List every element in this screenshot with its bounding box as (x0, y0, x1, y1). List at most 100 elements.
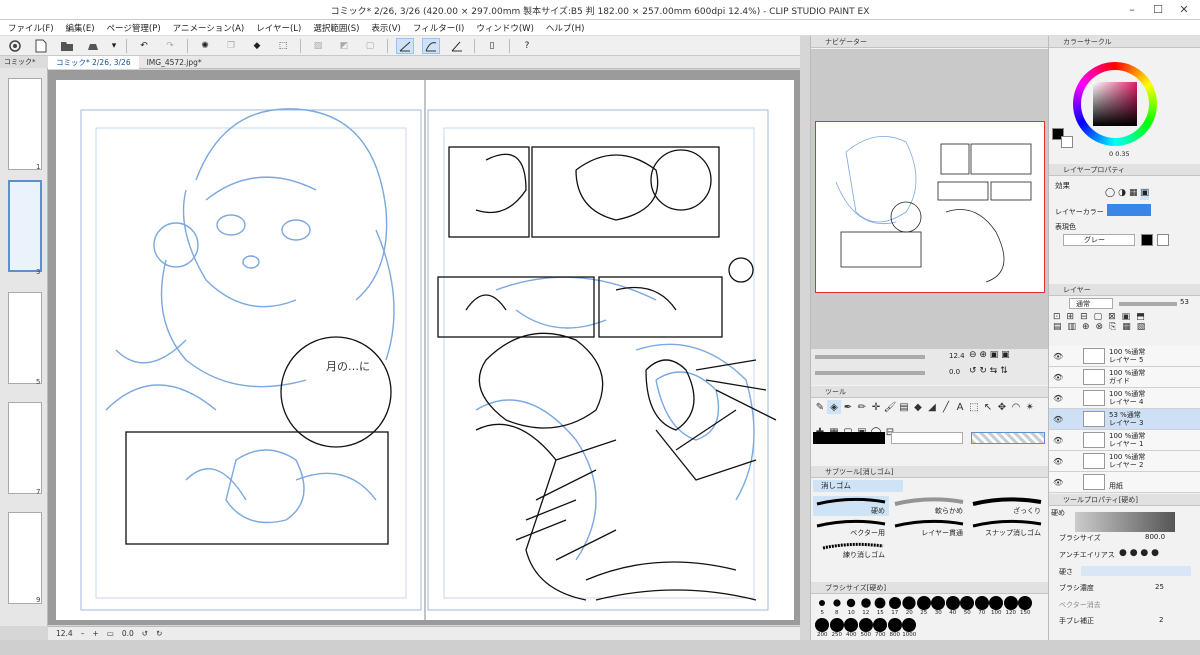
brush-size-cell[interactable]: 17 (888, 596, 903, 618)
subtool-kneaded[interactable]: 練り消しゴム (813, 540, 889, 560)
text-tool-icon[interactable]: A (953, 400, 967, 414)
tab-image[interactable]: IMG_4572.jpg* (139, 56, 210, 69)
clip-studio-icon[interactable] (6, 38, 24, 54)
brush-size-cell[interactable]: 25 (916, 596, 932, 618)
subtool-through[interactable]: レイヤー貫通 (891, 518, 967, 538)
zoom-tool-icon[interactable]: ✎ (813, 400, 827, 414)
brush-size-cell[interactable]: 30 (931, 596, 946, 618)
invert-selection-icon[interactable]: ◩ (335, 38, 353, 54)
close-button[interactable]: ✕ (1172, 2, 1196, 18)
brush-size-cell[interactable]: 8 (830, 596, 845, 618)
sub-color-chip[interactable] (1061, 136, 1073, 148)
tab-comic[interactable]: コミック* 2/26, 3/26 (48, 55, 139, 69)
menu-file[interactable]: ファイル(F) (8, 22, 54, 34)
page-thumbnail[interactable] (8, 512, 42, 604)
copy-icon[interactable]: ❐ (222, 38, 240, 54)
navigator-view-frame[interactable] (815, 121, 1045, 293)
help-icon[interactable]: ? (518, 38, 536, 54)
move-tool-icon[interactable]: ✛ (869, 400, 883, 414)
layer-row[interactable]: 👁 100 %通常 レイヤー 2 (1049, 451, 1200, 472)
brush-size-cell[interactable]: 200 (815, 618, 830, 640)
blend-mode-select[interactable]: 通常 (1069, 298, 1113, 309)
zoom-in-icon[interactable]: + (92, 629, 98, 638)
hardness-slider[interactable] (1081, 566, 1191, 576)
angle-field[interactable]: 0.0 (122, 629, 134, 638)
subtool-hard[interactable]: 硬め (813, 496, 889, 516)
selection-tool-icon[interactable]: ⬚ (967, 400, 981, 414)
layer-row[interactable]: 👁 100 %通常 レイヤー 5 (1049, 346, 1200, 367)
main-color-swatch[interactable] (813, 432, 885, 444)
brush-size-cell[interactable]: 1000 (902, 618, 917, 640)
menu-layer[interactable]: レイヤー(L) (256, 22, 301, 34)
brush-size-cell[interactable]: 5 (815, 596, 830, 618)
rotate-slider[interactable] (815, 371, 925, 375)
brush-size-cell[interactable]: 15 (873, 596, 888, 618)
brush-size-cell[interactable]: 10 (844, 596, 859, 618)
brush-size-cell[interactable]: 400 (844, 618, 859, 640)
brush-size-cell[interactable]: 700 (873, 618, 888, 640)
eye-icon[interactable]: 👁 (1053, 436, 1063, 445)
subtool-group-eraser[interactable]: 消しゴム (813, 480, 903, 492)
saturation-value-square[interactable] (1093, 82, 1137, 126)
menu-window[interactable]: ウィンドウ(W) (476, 22, 534, 34)
menu-filter[interactable]: フィルター(I) (413, 22, 464, 34)
brush-size-cell[interactable]: 40 (945, 596, 961, 618)
brush-size-value[interactable]: 800.0 (1145, 533, 1165, 541)
maximize-button[interactable]: ☐ (1146, 2, 1170, 18)
blend-tool-icon[interactable]: ╱ (939, 400, 953, 414)
layer-row[interactable]: 👁 53 %通常 レイヤー 3 (1049, 409, 1200, 430)
pencil-tool-icon[interactable]: ✏ (855, 400, 869, 414)
nav-zoom-buttons[interactable]: ⊖ ⊕ ▣ ▣ (969, 350, 1010, 360)
effect-buttons[interactable]: ◯ ◑ ▦ ▣ (1105, 188, 1165, 200)
snap-special-ruler-icon[interactable] (422, 37, 440, 54)
rotate-right-icon[interactable]: ↻ (156, 629, 162, 638)
canvas-area[interactable]: 月の…に (48, 70, 800, 625)
express-color-white[interactable] (1157, 234, 1169, 246)
zoom-out-icon[interactable]: – (81, 629, 85, 638)
menu-animation[interactable]: アニメーション(A) (173, 22, 245, 34)
airbrush-tool-icon[interactable]: ▤ (897, 400, 911, 414)
lasso-tool-icon[interactable]: ◠ (1009, 400, 1023, 414)
brush-size-cell[interactable]: 800 (887, 618, 903, 640)
transparent-swatch[interactable] (971, 432, 1045, 444)
fit-icon[interactable]: ▭ (107, 629, 114, 638)
subtool-vector[interactable]: ベクター用 (813, 518, 889, 538)
brush-tool-icon[interactable]: 🖌 (883, 400, 897, 414)
transform-icon[interactable]: ⬚ (274, 38, 292, 54)
page-thumbnail-selected[interactable] (8, 180, 42, 272)
menu-page[interactable]: ページ管理(P) (107, 22, 161, 34)
brush-size-cell[interactable]: 70 (974, 596, 990, 618)
express-color-black[interactable] (1141, 234, 1153, 246)
eye-icon[interactable]: 👁 (1053, 478, 1063, 487)
eye-icon[interactable]: 👁 (1053, 352, 1063, 361)
chevron-down-icon[interactable]: ▾ (110, 38, 118, 54)
navigator-preview[interactable] (811, 49, 1049, 349)
brush-size-cell[interactable]: 50 (960, 596, 975, 618)
eye-icon[interactable]: 👁 (1053, 415, 1063, 424)
brush-size-cell[interactable]: 120 (1003, 596, 1019, 618)
new-file-icon[interactable] (32, 38, 50, 54)
brush-size-cell[interactable]: 250 (829, 618, 845, 640)
brush-size-cell[interactable]: 20 (902, 596, 917, 618)
brush-size-cell[interactable]: 12 (859, 596, 874, 618)
layer-tool-icons[interactable]: ⊡⊞⊟▢⊠▣⬒ ▤▥⊕⊗⎘▦▧ (1053, 312, 1197, 342)
antialias-buttons[interactable]: ● ● ● ● (1119, 548, 1159, 558)
page-thumbnail[interactable] (8, 402, 42, 494)
eye-icon[interactable]: 👁 (1053, 394, 1063, 403)
eye-icon[interactable]: 👁 (1053, 457, 1063, 466)
open-folder-icon[interactable] (58, 38, 76, 54)
layer-row[interactable]: 👁 100 %通常 レイヤー 1 (1049, 430, 1200, 451)
express-color-select[interactable]: グレー (1063, 234, 1135, 246)
fill-icon[interactable]: ◆ (248, 38, 266, 54)
save-icon[interactable] (84, 38, 102, 54)
redo-icon[interactable]: ↷ (161, 38, 179, 54)
rotate-left-icon[interactable]: ↺ (142, 629, 148, 638)
brush-size-cell[interactable]: 500 (858, 618, 874, 640)
clear-selection-icon[interactable]: ▨ (309, 38, 327, 54)
layer-row[interactable]: 👁 用紙 (1049, 472, 1200, 493)
fill-tool-icon[interactable]: ◆ (911, 400, 925, 414)
page-thumbnail[interactable] (8, 78, 42, 170)
layer-row[interactable]: 👁 100 %通常 レイヤー 4 (1049, 388, 1200, 409)
minimize-button[interactable]: – (1120, 2, 1144, 18)
menu-edit[interactable]: 編集(E) (66, 22, 95, 34)
